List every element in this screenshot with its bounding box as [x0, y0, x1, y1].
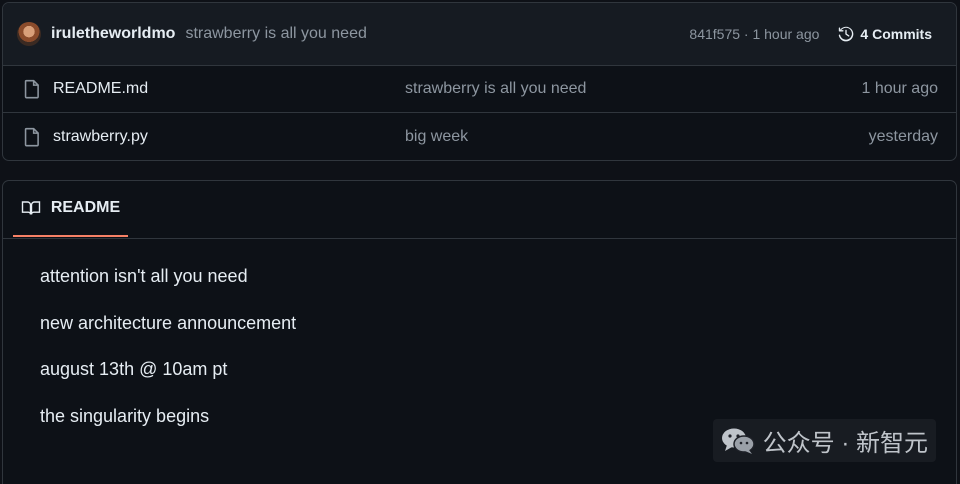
commits-history-link[interactable]: 4 Commits	[837, 25, 932, 43]
readme-tab-bar: README	[3, 181, 956, 239]
watermark-text: 公众号 · 新智元	[762, 430, 928, 457]
file-list-panel: iruletheworldmo strawberry is all you ne…	[2, 2, 957, 161]
commits-count-label: 4 Commits	[860, 26, 932, 42]
commit-hash-time[interactable]: 841f575 · 1 hour ago	[689, 26, 819, 42]
readme-content: attention isn't all you need new archite…	[3, 239, 956, 439]
readme-line: attention isn't all you need	[40, 266, 248, 286]
file-icon	[24, 127, 39, 146]
readme-line: august 13th @ 10am pt	[40, 359, 228, 379]
tab-readme[interactable]: README	[13, 181, 128, 237]
commit-author-link[interactable]: iruletheworldmo	[51, 25, 175, 43]
file-name-link[interactable]: strawberry.py	[53, 128, 405, 146]
latest-commit-bar: iruletheworldmo strawberry is all you ne…	[3, 3, 956, 66]
file-commit-message-link[interactable]: strawberry is all you need	[405, 80, 861, 98]
book-icon	[21, 201, 41, 215]
wechat-icon	[721, 428, 755, 454]
avatar[interactable]	[17, 22, 41, 46]
file-icon	[24, 79, 39, 99]
wechat-watermark: 公众号 · 新智元	[712, 419, 936, 462]
file-row[interactable]: README.md strawberry is all you need 1 h…	[3, 66, 956, 113]
history-icon	[839, 26, 854, 42]
file-commit-time: 1 hour ago	[861, 80, 938, 97]
file-commit-time: yesterday	[868, 127, 938, 145]
file-name-link[interactable]: README.md	[53, 80, 405, 98]
file-commit-message-link[interactable]: big week	[405, 128, 869, 146]
file-row[interactable]: strawberry.py big week yesterday	[3, 113, 956, 160]
commit-message-link[interactable]: strawberry is all you need	[185, 25, 366, 43]
tab-readme-label: README	[50, 199, 121, 216]
readme-line: new architecture announcement	[40, 312, 297, 333]
